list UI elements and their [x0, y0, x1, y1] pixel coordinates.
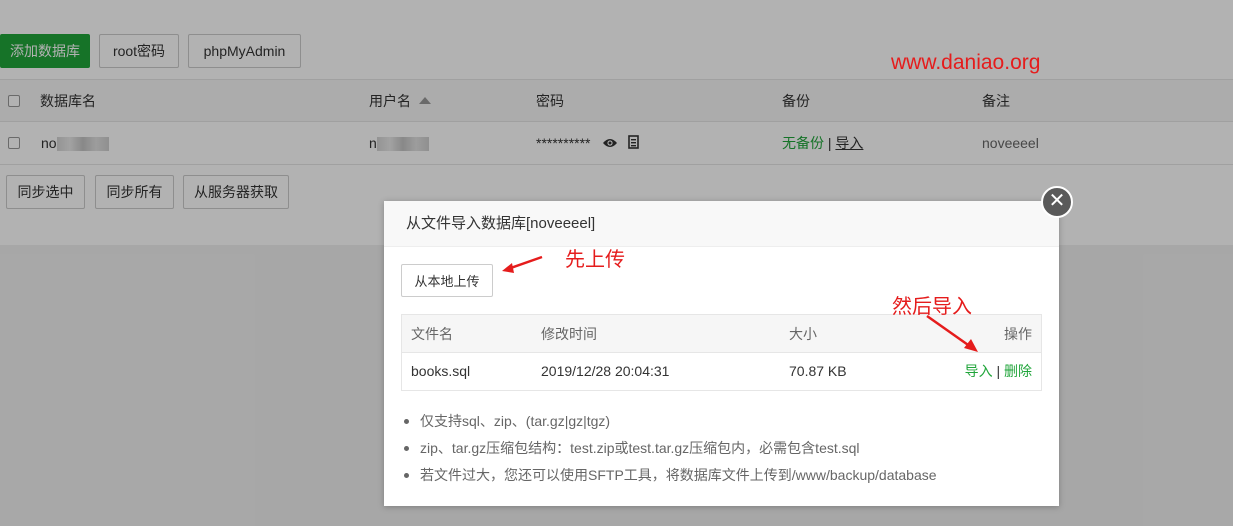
watermark: www.daniao.org — [891, 51, 1041, 74]
file-ops: 导入 | 删除 — [965, 353, 1032, 390]
file-size: 70.87 KB — [789, 363, 847, 379]
upload-local-button[interactable]: 从本地上传 — [401, 264, 493, 297]
arrow-icon — [502, 255, 543, 273]
delete-file-link[interactable]: 删除 — [1004, 363, 1032, 379]
import-file-link[interactable]: 导入 — [965, 363, 993, 379]
file-name: books.sql — [411, 363, 471, 379]
header-mtime: 修改时间 — [541, 326, 597, 342]
modal-title: 从文件导入数据库[noveeeel] — [384, 201, 1059, 247]
list-item: 仅支持sql、zip、(tar.gz|gz|tgz) — [404, 412, 937, 439]
list-item: 若文件过大，您还可以使用SFTP工具，将数据库文件上传到/www/backup/… — [404, 466, 937, 493]
arrow-icon — [926, 314, 978, 352]
header-filename: 文件名 — [411, 326, 453, 342]
separator: | — [996, 363, 1001, 379]
header-ops: 操作 — [1004, 326, 1032, 342]
file-mtime: 2019/12/28 20:04:31 — [541, 363, 670, 379]
table-row: books.sql 2019/12/28 20:04:31 70.87 KB 导… — [402, 353, 1041, 390]
notes-list: 仅支持sql、zip、(tar.gz|gz|tgz) zip、tar.gz压缩包… — [404, 412, 937, 493]
list-item: zip、tar.gz压缩包结构：test.zip或test.tar.gz压缩包内… — [404, 439, 937, 466]
close-icon[interactable]: ✕ — [1041, 186, 1073, 218]
annotation-first-upload: 先上传 — [565, 247, 625, 271]
header-size: 大小 — [789, 326, 817, 342]
